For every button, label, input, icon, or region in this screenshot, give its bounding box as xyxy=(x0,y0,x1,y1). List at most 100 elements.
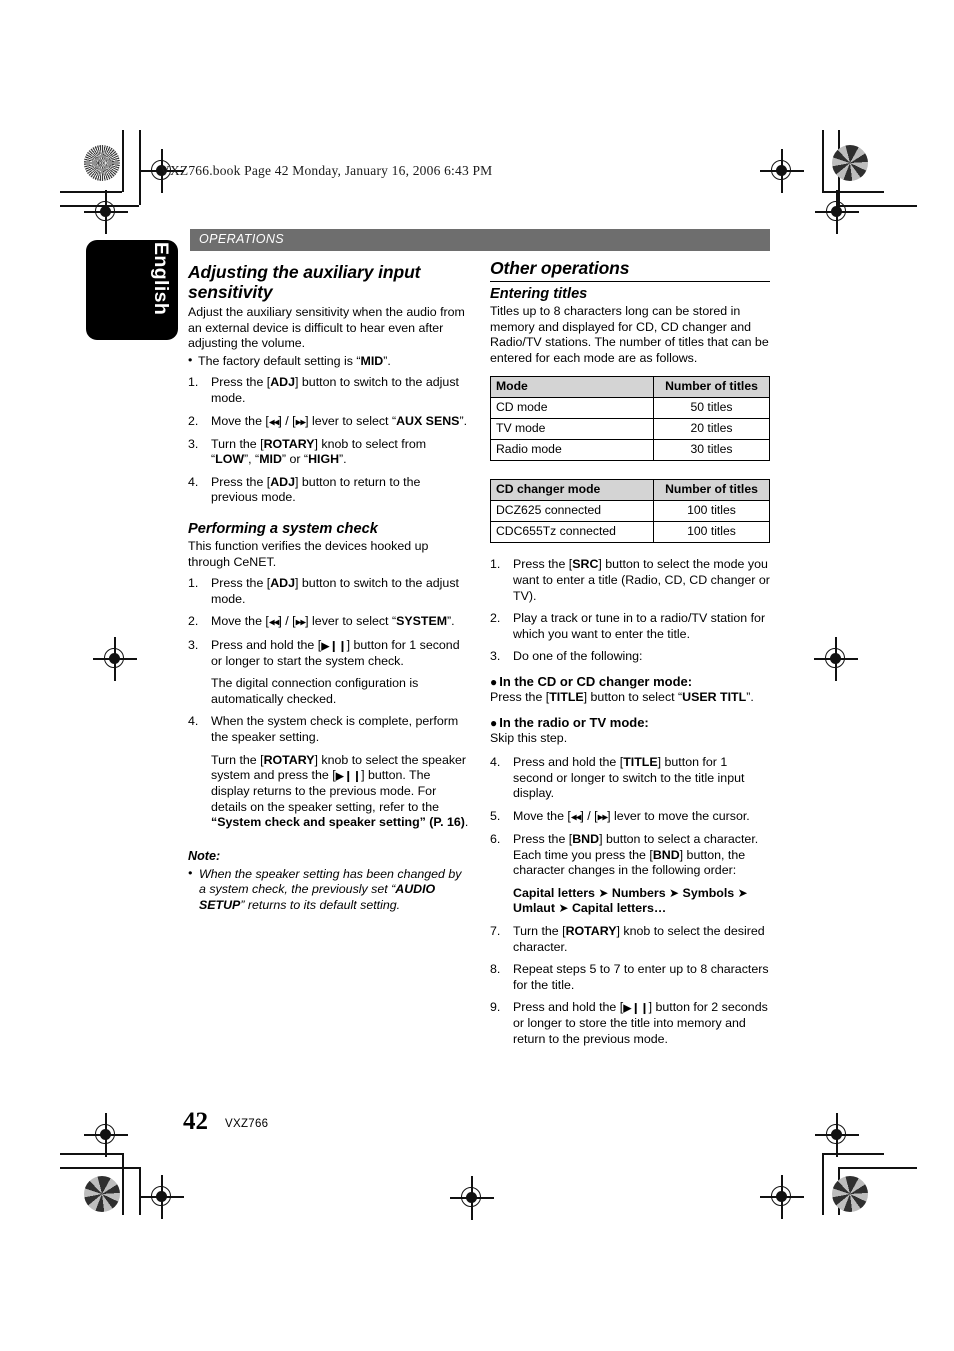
right-column: Other operations Entering titles Titles … xyxy=(490,258,770,1055)
list-item: 2. Move the [◂◂] / [▸▸] lever to select … xyxy=(188,614,455,629)
fast-forward-icon: ▸▸ xyxy=(597,809,609,824)
list-item: 4. Press the [ADJ] button to return to t… xyxy=(188,474,421,505)
crop-line-h-bottomright-inner xyxy=(838,1167,917,1169)
play-pause-icon: ▶❙❙ xyxy=(335,769,362,783)
step-number: 3. xyxy=(188,436,199,451)
entering-titles-intro: Titles up to 8 characters long can be st… xyxy=(490,304,769,365)
cell-mode: TV mode xyxy=(490,418,654,441)
registration-mark-bottom-left xyxy=(84,1113,128,1157)
section-heading-aux-sensitivity: Adjusting the auxiliary input sensitivit… xyxy=(188,262,421,302)
cell-title-count: 100 titles xyxy=(653,500,770,523)
cell-title-count: 20 titles xyxy=(653,418,770,441)
step-number: 8. xyxy=(490,962,501,977)
column-header-number-of-titles: Number of titles xyxy=(653,479,770,502)
aux-sensitivity-bullets: The factory default setting is “MID”. xyxy=(188,353,469,370)
list-item: 7. Turn the [ROTARY] knob to select the … xyxy=(490,923,765,954)
list-item: 5. Move the [◂◂] / [▸▸] lever to move th… xyxy=(490,808,750,824)
cell-title-count: 100 titles xyxy=(653,521,770,544)
note-items: When the speaker setting has been change… xyxy=(188,866,469,914)
density-patch-bottom-left xyxy=(84,1176,120,1212)
operations-banner-label: OPERATIONS xyxy=(199,231,285,246)
step-number: 4. xyxy=(188,474,199,489)
step-number: 2. xyxy=(188,413,199,428)
rewind-icon: ◂◂ xyxy=(268,414,280,429)
entering-titles-steps-a: 1. Press the [SRC] button to select the … xyxy=(490,557,770,665)
left-column: Adjusting the auxiliary input sensitivit… xyxy=(188,262,469,914)
table-header-row: CD changer mode Number of titles xyxy=(490,479,770,502)
crop-line-h-left-inner xyxy=(60,205,139,207)
crop-line-v-right-outer xyxy=(822,130,824,192)
list-item: 2. Move the [◂◂] / [▸▸] lever to select … xyxy=(188,413,468,429)
crop-line-h-bottomright-outer xyxy=(822,1153,884,1155)
arrow-right-icon: ➤ xyxy=(669,885,680,900)
registration-mark-top-right xyxy=(760,149,804,193)
step-number: 4. xyxy=(490,755,501,770)
list-item: The factory default setting is “MID”. xyxy=(188,353,469,370)
table-row: DCZ625 connected 100 titles xyxy=(490,500,770,523)
list-item: 1. Press the [SRC] button to select the … xyxy=(490,557,770,603)
density-patch-top-right xyxy=(832,145,868,181)
page-number: 42 xyxy=(183,1108,208,1135)
arrow-right-icon: ➤ xyxy=(558,901,569,916)
arrow-right-icon: ➤ xyxy=(737,885,748,900)
model-name: VXZ766 xyxy=(225,1118,269,1130)
cd-changer-title-count-table: CD changer mode Number of titles DCZ625 … xyxy=(490,479,770,544)
play-pause-icon: ▶❙❙ xyxy=(321,639,347,652)
note-heading: Note: xyxy=(188,849,221,864)
language-tab: English xyxy=(86,240,178,340)
language-tab-label: English xyxy=(150,242,172,316)
rewind-icon: ◂◂ xyxy=(570,809,582,824)
list-item: 3. Press and hold the [▶❙❙] button for 1… xyxy=(188,638,469,708)
operations-banner: OPERATIONS xyxy=(190,229,770,251)
crop-line-v-bottomleft-outer xyxy=(122,1153,124,1215)
step-number: 2. xyxy=(188,614,199,629)
rewind-icon: ◂◂ xyxy=(268,614,280,629)
list-item: When the speaker setting has been change… xyxy=(188,866,469,914)
crop-line-v-right-inner xyxy=(838,130,840,205)
step-number: 7. xyxy=(490,923,501,938)
list-item: 1. Press the [ADJ] button to switch to t… xyxy=(188,375,459,405)
crop-line-h-left-outer xyxy=(60,191,122,193)
filled-bullet-icon: ● xyxy=(490,674,498,689)
density-patch-top-left xyxy=(84,145,120,181)
list-item: 4. Press and hold the [TITLE] button for… xyxy=(490,755,745,801)
crop-line-h-bottomleft-inner xyxy=(60,1167,139,1169)
step-continuation: Turn the [ROTARY] knob to select the spe… xyxy=(211,752,469,830)
list-item: 4. When the system check is complete, pe… xyxy=(188,714,469,830)
registration-mark-middle-left xyxy=(93,637,137,681)
section-heading-system-check: Performing a system check xyxy=(188,521,378,538)
section-heading-other-operations: Other operations xyxy=(490,258,770,282)
cell-changer-model: DCZ625 connected xyxy=(490,500,654,523)
table-header-row: Mode Number of titles xyxy=(490,376,770,399)
step-number: 1. xyxy=(490,557,501,572)
mode-block-title-radio: ● In the radio or TV mode: xyxy=(490,714,649,730)
fast-forward-icon: ▸▸ xyxy=(295,614,307,629)
cell-mode: CD mode xyxy=(490,397,654,420)
system-check-steps: 1. Press the [ADJ] button to switch to t… xyxy=(188,576,469,831)
step-number: 4. xyxy=(188,714,199,729)
character-order-sequence: Capital letters ➤ Numbers ➤ Symbols ➤ Um… xyxy=(513,885,748,916)
filled-bullet-icon: ● xyxy=(490,715,498,730)
crop-line-v-left-outer xyxy=(122,130,124,192)
step-number: 3. xyxy=(188,637,199,652)
step-continuation: The digital connection configuration is … xyxy=(211,676,419,706)
crop-line-v-left-inner xyxy=(139,130,141,205)
registration-mark-middle-right xyxy=(814,637,858,681)
step-number: 2. xyxy=(490,611,501,626)
column-header-mode: Mode xyxy=(490,376,654,399)
mode-title-count-table: Mode Number of titles CD mode 50 titles … xyxy=(490,376,770,462)
table-row: Radio mode 30 titles xyxy=(490,439,770,462)
crop-line-v-bottomright-outer xyxy=(822,1153,824,1215)
registration-mark-bottom-left-inner xyxy=(140,1175,184,1219)
aux-sensitivity-intro: Adjust the auxiliary sensitivity when th… xyxy=(188,305,465,351)
registration-mark-top-left-lower xyxy=(84,190,128,234)
step-number: 5. xyxy=(490,808,501,823)
registration-mark-bottom-right-inner xyxy=(760,1175,804,1219)
crop-line-h-bottomleft-outer xyxy=(60,1153,122,1155)
list-item: 8. Repeat steps 5 to 7 to enter up to 8 … xyxy=(490,962,769,992)
crop-line-v-bottomright-inner xyxy=(838,1167,840,1215)
step-number: 1. xyxy=(188,375,199,390)
cell-mode: Radio mode xyxy=(490,439,654,462)
crop-line-h-right-outer xyxy=(822,191,884,193)
mode-block-body-radio: Skip this step. xyxy=(490,730,568,745)
